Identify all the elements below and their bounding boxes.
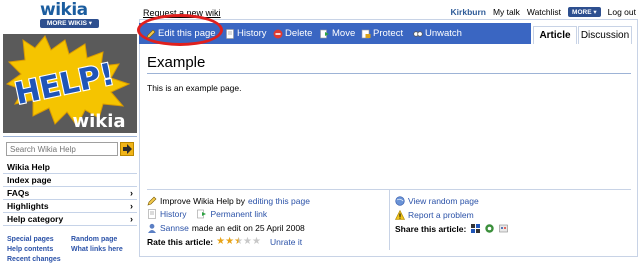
rating-stars[interactable]: ★ ★ ★ ★ ★ bbox=[216, 236, 261, 247]
history-links-row: History Permanent link bbox=[147, 208, 267, 219]
permanent-link[interactable]: Permanent link bbox=[210, 209, 267, 219]
chevron-right-icon: › bbox=[130, 188, 133, 198]
share-icon[interactable] bbox=[471, 224, 481, 233]
protect-label: Protect bbox=[373, 28, 404, 39]
page-title: Example bbox=[147, 54, 206, 71]
info-column-divider bbox=[389, 190, 390, 250]
share-icon[interactable] bbox=[485, 224, 495, 233]
history-label: History bbox=[237, 28, 267, 39]
history-icon bbox=[226, 28, 234, 39]
tab-discussion[interactable]: Discussion bbox=[578, 26, 632, 44]
sidebar-item-index-page[interactable]: Index page bbox=[3, 174, 137, 187]
help-logo-brand: wikia bbox=[72, 111, 125, 132]
unwatch-button[interactable]: Unwatch bbox=[413, 26, 462, 41]
rating-row: Rate this article: ★ ★ ★ ★ ★ Unrate it bbox=[147, 236, 302, 247]
share-row: Share this article: bbox=[395, 223, 509, 234]
edit-text: made an edit on 25 April 2008 bbox=[191, 222, 305, 233]
logout-link[interactable]: Log out bbox=[608, 7, 636, 17]
star-icon[interactable]: ★ bbox=[234, 236, 243, 247]
last-edit-row: Sannse made an edit on 25 April 2008 bbox=[147, 222, 305, 233]
sidebar-nav: Wikia Help Index page FAQs › Highlights › … bbox=[3, 161, 137, 226]
editing-this-page-link[interactable]: editing this page bbox=[248, 196, 310, 206]
sidebar-item-label: Wikia Help bbox=[7, 162, 50, 172]
sidebar-item-label: Highlights bbox=[7, 201, 49, 211]
help-logo-graphic: HELP! wikia bbox=[3, 34, 137, 133]
permalink-icon bbox=[197, 209, 207, 218]
protect-button[interactable]: Protect bbox=[361, 26, 403, 41]
sidebar-item-label: Help category bbox=[7, 214, 64, 224]
random-page-row: View random page bbox=[395, 195, 479, 206]
tab-article[interactable]: Article bbox=[533, 26, 577, 44]
share-icon[interactable] bbox=[499, 224, 509, 233]
user-links: Kirkburn My talk Watchlist MORE ▾ Log ou… bbox=[451, 6, 636, 18]
username-link[interactable]: Kirkburn bbox=[451, 7, 486, 17]
view-random-page-link[interactable]: View random page bbox=[408, 196, 479, 206]
sidebar-item-faqs[interactable]: FAQs › bbox=[3, 187, 137, 200]
random-page-link[interactable]: Random page bbox=[67, 235, 137, 244]
special-pages-link[interactable]: Special pages bbox=[3, 235, 67, 244]
star-icon[interactable]: ★ bbox=[216, 236, 225, 247]
report-row: Report a problem bbox=[395, 209, 474, 220]
user-icon bbox=[148, 223, 156, 233]
history-link[interactable]: History bbox=[160, 209, 186, 219]
sidebar-item-wikia-help[interactable]: Wikia Help bbox=[3, 161, 137, 174]
star-icon[interactable]: ★ bbox=[225, 236, 234, 247]
help-contents-link[interactable]: Help contents bbox=[3, 245, 67, 254]
unrate-link[interactable]: Unrate it bbox=[270, 237, 302, 247]
my-talk-link[interactable]: My talk bbox=[493, 7, 520, 17]
watchlist-link[interactable]: Watchlist bbox=[527, 7, 561, 17]
star-icon[interactable]: ★ bbox=[243, 236, 252, 247]
delete-button[interactable]: Delete bbox=[273, 26, 312, 41]
star-icon[interactable]: ★ bbox=[252, 236, 261, 247]
unwatch-label: Unwatch bbox=[425, 28, 462, 39]
page-icon bbox=[148, 208, 156, 219]
sidebar-item-highlights[interactable]: Highlights › bbox=[3, 200, 137, 213]
rate-label: Rate this article: bbox=[147, 236, 214, 247]
warning-icon bbox=[395, 209, 405, 220]
move-button[interactable]: Move bbox=[320, 26, 355, 41]
highlight-circle-annotation bbox=[137, 14, 223, 46]
pencil-icon bbox=[147, 196, 157, 205]
wikia-logo[interactable]: wikia bbox=[40, 2, 88, 19]
title-divider bbox=[147, 73, 631, 74]
what-links-here-link[interactable]: What links here bbox=[67, 245, 137, 254]
more-wikis-button[interactable]: MORE WIKIS ▾ bbox=[40, 19, 99, 28]
sidebar-item-help-category[interactable]: Help category › bbox=[3, 213, 137, 226]
chevron-right-icon: › bbox=[130, 201, 133, 211]
delete-label: Delete bbox=[285, 28, 313, 39]
help-wiki-logo[interactable]: HELP! wikia bbox=[3, 34, 137, 133]
sidebar-item-label: FAQs bbox=[7, 188, 30, 198]
search-area bbox=[3, 136, 137, 161]
protect-icon bbox=[361, 29, 371, 38]
recent-changes-link[interactable]: Recent changes bbox=[3, 255, 67, 264]
move-label: Move bbox=[332, 28, 356, 39]
chevron-right-icon: › bbox=[130, 214, 133, 224]
arrow-right-icon bbox=[123, 144, 132, 154]
move-icon bbox=[320, 29, 329, 38]
sidebar-footer-links: Special pages Random page Help contents … bbox=[3, 235, 137, 264]
page-body-text: This is an example page. bbox=[147, 83, 242, 93]
improve-text: Improve Wikia Help by bbox=[160, 195, 246, 206]
search-input[interactable] bbox=[6, 142, 118, 156]
search-go-button[interactable] bbox=[120, 142, 134, 156]
delete-icon bbox=[273, 29, 283, 38]
globe-icon bbox=[395, 195, 405, 206]
history-button[interactable]: History bbox=[225, 26, 267, 41]
report-problem-link[interactable]: Report a problem bbox=[408, 210, 474, 220]
sidebar-item-label: Index page bbox=[7, 175, 52, 185]
improve-row: Improve Wikia Help by editing this page bbox=[147, 195, 310, 206]
editor-link[interactable]: Sannse bbox=[160, 223, 189, 233]
share-label: Share this article: bbox=[395, 223, 467, 234]
more-user-menu-button[interactable]: MORE ▾ bbox=[568, 7, 601, 17]
unwatch-icon bbox=[413, 30, 423, 37]
